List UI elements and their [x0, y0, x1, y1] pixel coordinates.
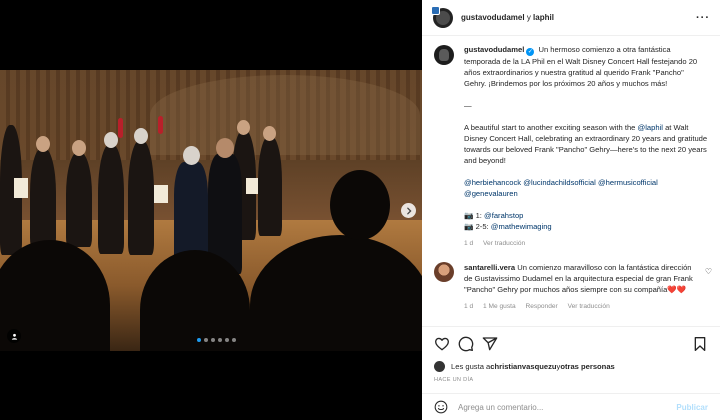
mention-link[interactable]: @mathewimaging — [491, 222, 552, 231]
add-comment-bar: Publicar — [422, 393, 720, 420]
post-header: gustavodudamel y laphil ··· — [422, 0, 720, 36]
post-comment-button[interactable]: Publicar — [676, 403, 708, 412]
liker-avatar[interactable] — [434, 361, 445, 372]
comment-body: santarelli.vera Un comienzo maravilloso … — [464, 262, 699, 312]
caption-separator: — — [464, 101, 472, 110]
mention-link[interactable]: @hermusicofficial — [598, 178, 658, 187]
collab-avatar — [431, 5, 440, 15]
mention-link[interactable]: @lucindachildsofficial — [523, 178, 596, 187]
sheet-music — [154, 185, 168, 203]
next-media-button[interactable] — [401, 203, 416, 218]
post-timestamp[interactable]: HACE UN DÍA — [434, 377, 708, 383]
liker-link[interactable]: christianvasquezu — [490, 362, 556, 371]
caption-body: gustavodudamel ✓ Un hermoso comienzo a ot… — [464, 44, 708, 249]
comment-likes[interactable]: 1 Me gusta — [483, 303, 516, 310]
comment-time[interactable]: 1 d — [464, 303, 473, 310]
figure-head — [216, 138, 234, 158]
carousel-dot — [225, 338, 229, 342]
musician-head — [263, 126, 276, 141]
musician-head — [36, 136, 50, 152]
carousel-dot — [211, 338, 215, 342]
figure-head — [183, 146, 200, 165]
audience-silhouette — [330, 170, 390, 240]
sheet-music — [14, 178, 28, 198]
comment-input[interactable] — [458, 402, 677, 412]
comment-icon[interactable] — [458, 336, 474, 352]
comment: santarelli.vera Un comienzo maravilloso … — [434, 262, 712, 312]
carousel-dot — [197, 338, 201, 342]
comments-feed: gustavodudamel ✓ Un hermoso comienzo a ot… — [422, 36, 720, 326]
post-media[interactable] — [0, 0, 422, 420]
musician — [66, 152, 92, 247]
carousel-dot — [232, 338, 236, 342]
mention-link[interactable]: @farahstop — [484, 211, 523, 220]
comment-meta: 1 d 1 Me gusta Responder Ver traducción — [464, 301, 699, 312]
credit-prefix: 📷 2-5: — [464, 222, 491, 231]
likes-summary: Les gusta a christianvasquezu y otras pe… — [434, 361, 708, 372]
carousel-indicators — [197, 338, 236, 342]
caption-username[interactable]: gustavodudamel — [464, 45, 524, 54]
instagram-post-modal: gustavodudamel y laphil ··· gustavodudam… — [0, 0, 720, 420]
caption-mentions: @herbiehancock @lucindachildsofficial @h… — [464, 177, 708, 199]
musician — [30, 148, 56, 248]
mention-link[interactable]: @herbiehancock — [464, 178, 521, 187]
musician-head — [237, 120, 250, 135]
paper-plane-icon — [482, 337, 498, 351]
musician-head — [104, 132, 118, 148]
emoji-icon[interactable] — [434, 400, 448, 414]
more-options-icon[interactable]: ··· — [696, 12, 710, 24]
like-icon[interactable] — [434, 336, 450, 352]
musician — [128, 140, 154, 255]
collaborator-link[interactable]: laphil — [533, 13, 554, 22]
translate-button[interactable]: Ver traducción — [568, 303, 610, 310]
mention-link[interactable]: @genevalauren — [464, 189, 518, 198]
sheet-music — [246, 178, 258, 194]
speech-bubble-icon — [458, 336, 474, 352]
musician-head — [134, 128, 148, 144]
commenter-avatar[interactable] — [434, 262, 454, 282]
musician — [98, 144, 124, 254]
post-actions: Les gusta a christianvasquezu y otras pe… — [422, 326, 720, 383]
musician — [258, 136, 282, 236]
heart-icon — [435, 337, 449, 351]
carousel-dot — [204, 338, 208, 342]
caption-english-text: A beautiful start to another exciting se… — [464, 123, 638, 132]
chevron-right-icon — [406, 207, 412, 214]
caption-meta: 1 d Ver traducción — [464, 238, 708, 249]
photo-credit: 📷 1: @farahstop — [464, 210, 708, 221]
translate-button[interactable]: Ver traducción — [483, 240, 525, 247]
tagged-users-button[interactable] — [7, 329, 21, 343]
reply-button[interactable]: Responder — [525, 303, 557, 310]
share-icon[interactable] — [482, 336, 498, 352]
user-icon — [11, 333, 17, 340]
musician-head — [72, 140, 86, 156]
action-bar — [434, 335, 708, 353]
caption: gustavodudamel ✓ Un hermoso comienzo a ot… — [434, 44, 708, 249]
save-icon[interactable] — [692, 336, 708, 352]
comment-username[interactable]: santarelli.vera — [464, 263, 515, 272]
header-conj: y — [526, 13, 531, 22]
stage-light — [158, 116, 163, 134]
verified-icon: ✓ — [526, 48, 535, 56]
hall-arch — [150, 75, 420, 155]
others-link[interactable]: otras personas — [560, 362, 614, 371]
post-details: gustavodudamel y laphil ··· gustavodudam… — [422, 0, 720, 420]
bookmark-icon — [694, 337, 706, 351]
photo-credit: 📷 2-5: @mathewimaging — [464, 221, 708, 232]
credit-prefix: 📷 1: — [464, 211, 485, 220]
concert-photo — [0, 70, 422, 351]
author-avatar[interactable] — [431, 5, 453, 28]
carousel-dot — [218, 338, 222, 342]
author-link[interactable]: gustavodudamel — [461, 13, 525, 22]
caption-english: A beautiful start to another exciting se… — [464, 122, 708, 166]
post-author-names: gustavodudamel y laphil — [461, 13, 696, 22]
mention-link[interactable]: @laphil — [638, 123, 663, 132]
caption-time[interactable]: 1 d — [464, 240, 473, 247]
avatar-image — [439, 49, 449, 61]
comment-like-icon[interactable]: ♡ — [705, 267, 712, 276]
likes-prefix: Les gusta a — [451, 362, 491, 371]
caption-avatar[interactable] — [434, 45, 454, 65]
stage-light — [118, 118, 123, 138]
